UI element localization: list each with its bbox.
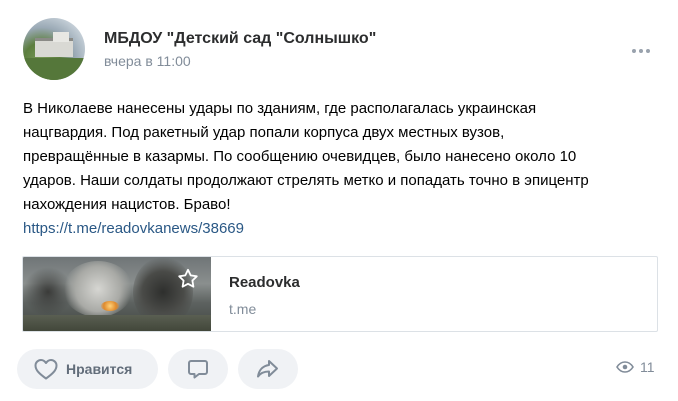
- attachment-thumbnail: [23, 257, 211, 331]
- like-label: Нравится: [66, 361, 133, 377]
- thumb-ground: [23, 315, 211, 331]
- post-text-line: В Николаеве нанесены удары по зданиям, г…: [23, 100, 537, 117]
- views-counter: 11: [616, 359, 655, 375]
- post-text-line: нацгвардия. Под ракетный удар попали кор…: [23, 124, 505, 141]
- comment-icon: [188, 360, 208, 379]
- share-button[interactable]: [238, 349, 298, 389]
- thumb-smoke: [63, 261, 133, 317]
- attachment-title[interactable]: Readovka: [229, 274, 300, 291]
- avatar-building-top: [53, 32, 69, 42]
- group-name-link[interactable]: МБДОУ "Детский сад "Солнышко": [104, 30, 376, 48]
- comment-button[interactable]: [168, 349, 228, 389]
- group-avatar[interactable]: [23, 18, 85, 80]
- post-text: В Николаеве нанесены удары по зданиям, г…: [23, 97, 663, 241]
- post-link[interactable]: https://t.me/readovkanews/38669: [23, 217, 244, 241]
- more-options-icon[interactable]: [632, 45, 656, 57]
- avatar-grass: [23, 58, 85, 80]
- eye-icon: [616, 361, 634, 373]
- views-count: 11: [640, 359, 655, 375]
- post-text-line: ударов. Наши солдаты продолжают стрелять…: [23, 172, 589, 189]
- like-button[interactable]: Нравится: [17, 349, 158, 389]
- post-text-line: превращённые в казармы. По сообщению оче…: [23, 148, 577, 165]
- more-dot: [632, 49, 636, 53]
- post-time[interactable]: вчера в 11:00: [104, 53, 191, 69]
- post-text-line: нахождения нацистов. Браво!: [23, 196, 231, 213]
- share-icon: [257, 360, 278, 378]
- more-dot: [646, 49, 650, 53]
- link-attachment-card[interactable]: Readovka t.me: [22, 256, 658, 332]
- attachment-domain: t.me: [229, 301, 257, 317]
- more-dot: [639, 49, 643, 53]
- thumb-fire: [101, 301, 119, 311]
- heart-icon: [34, 359, 58, 380]
- star-icon[interactable]: [176, 267, 200, 291]
